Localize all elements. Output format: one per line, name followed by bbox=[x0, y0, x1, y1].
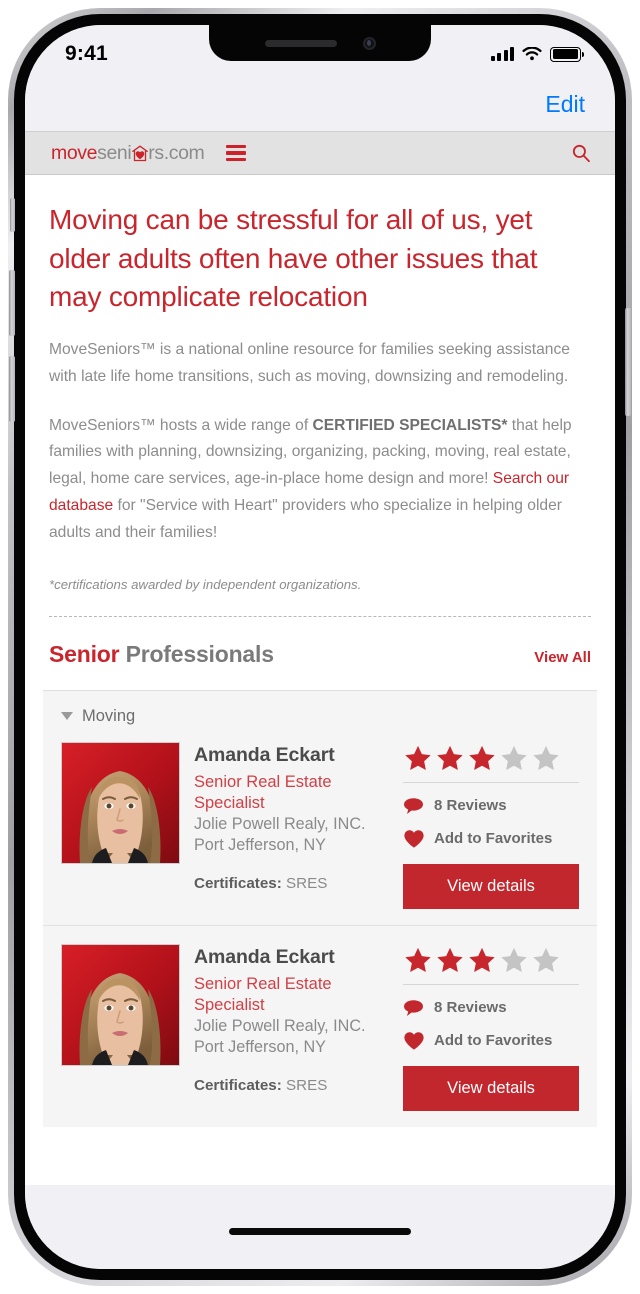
site-logo[interactable]: move seni rs.com bbox=[51, 141, 205, 165]
star-icon-filled bbox=[437, 947, 463, 972]
notch bbox=[209, 25, 431, 61]
star-icon-filled bbox=[469, 947, 495, 972]
professional-actions: 8 Reviews Add to Favorites View details bbox=[403, 742, 579, 909]
star-icon-empty bbox=[501, 947, 527, 972]
star-icon-filled bbox=[405, 947, 431, 972]
star-icon-empty bbox=[533, 947, 559, 972]
section-title: Senior Professionals bbox=[49, 641, 274, 668]
professionals-list: Moving Amanda Eckart Senior Real Estate … bbox=[43, 689, 597, 1127]
certificates-value: SRES bbox=[286, 874, 328, 892]
volume-up-button[interactable] bbox=[9, 270, 15, 336]
group-header-moving[interactable]: Moving bbox=[43, 691, 597, 738]
bottom-safe-area bbox=[25, 1185, 615, 1269]
paragraph2-before-bold: MoveSeniors™ hosts a wide range of bbox=[49, 416, 313, 434]
phone-device-frame: 9:41 Edit move seni rs.com Moving can be… bbox=[8, 8, 632, 1286]
professional-actions: 8 Reviews Add to Favorites View details bbox=[403, 944, 579, 1111]
section-header: Senior Professionals View All bbox=[25, 617, 615, 668]
professional-location: Port Jefferson, NY bbox=[194, 835, 326, 854]
status-icons bbox=[490, 46, 584, 62]
professional-role: Senior Real Estate Specialist bbox=[194, 974, 332, 1014]
caret-down-icon bbox=[61, 712, 73, 721]
table-row: Amanda Eckart Senior Real Estate Special… bbox=[43, 738, 597, 925]
page-headline: Moving can be stressful for all of us, y… bbox=[49, 204, 538, 313]
hamburger-menu-icon[interactable] bbox=[226, 145, 247, 161]
phone-screen: 9:41 Edit move seni rs.com Moving can be… bbox=[25, 25, 615, 1269]
avatar[interactable] bbox=[61, 741, 180, 864]
heart-icon bbox=[403, 829, 425, 849]
battery-icon bbox=[550, 46, 584, 62]
professional-role: Senior Real Estate Specialist bbox=[194, 772, 332, 812]
professional-company: Jolie Powell Realy, INC. bbox=[194, 814, 366, 833]
certificates-value: SRES bbox=[286, 1076, 328, 1094]
star-icon-filled bbox=[437, 745, 463, 770]
page-content: Moving can be stressful for all of us, y… bbox=[25, 175, 615, 1185]
certificates-label: Certificates: bbox=[194, 1076, 282, 1094]
star-icon-empty bbox=[501, 745, 527, 770]
star-icon-empty bbox=[533, 745, 559, 770]
home-indicator[interactable] bbox=[229, 1228, 411, 1235]
certified-specialists-emphasis: CERTIFIED SPECIALISTS* bbox=[312, 416, 508, 434]
rating-divider bbox=[403, 983, 579, 985]
professional-info: Amanda Eckart Senior Real Estate Special… bbox=[194, 742, 389, 909]
view-all-link[interactable]: View All bbox=[534, 649, 591, 666]
power-button[interactable] bbox=[625, 308, 631, 416]
add-to-favorites-row[interactable]: Add to Favorites bbox=[403, 1031, 579, 1051]
heart-house-icon bbox=[131, 144, 148, 162]
add-to-favorites-row[interactable]: Add to Favorites bbox=[403, 829, 579, 849]
intro-paragraph-1: MoveSeniors™ is a national online resour… bbox=[49, 340, 570, 385]
reviews-label: 8 Reviews bbox=[434, 999, 507, 1017]
professional-info: Amanda Eckart Senior Real Estate Special… bbox=[194, 944, 389, 1111]
view-details-button[interactable]: View details bbox=[403, 863, 579, 909]
star-icon-filled bbox=[469, 745, 495, 770]
ios-navigation-bar: Edit bbox=[25, 77, 615, 131]
rating-divider bbox=[403, 781, 579, 783]
rating-stars[interactable] bbox=[403, 946, 579, 975]
section-title-red: Senior bbox=[49, 640, 120, 667]
paragraph2-after-link: for "Service with Heart" providers who s… bbox=[49, 496, 562, 541]
professional-name: Amanda Eckart bbox=[194, 945, 335, 968]
professional-name: Amanda Eckart bbox=[194, 743, 335, 766]
reviews-label: 8 Reviews bbox=[434, 797, 507, 815]
favorites-label: Add to Favorites bbox=[434, 830, 553, 848]
reviews-row[interactable]: 8 Reviews bbox=[403, 998, 579, 1018]
professional-certificates: Certificates: SRES bbox=[194, 1077, 389, 1094]
rating-stars[interactable] bbox=[403, 744, 579, 773]
search-icon[interactable] bbox=[571, 143, 591, 163]
volume-down-button[interactable] bbox=[9, 356, 15, 422]
speech-bubble-icon bbox=[403, 796, 425, 816]
intro-paragraph-2: MoveSeniors™ hosts a wide range of CERTI… bbox=[25, 391, 615, 547]
professional-location: Port Jefferson, NY bbox=[194, 1037, 326, 1056]
group-label: Moving bbox=[82, 706, 136, 725]
logo-text-seni: seni bbox=[97, 141, 132, 164]
front-camera-icon bbox=[362, 36, 376, 50]
section-title-gray: Professionals bbox=[119, 640, 274, 667]
cellular-signal-icon bbox=[490, 47, 514, 61]
status-time: 9:41 bbox=[65, 42, 108, 65]
silent-switch[interactable] bbox=[10, 198, 15, 232]
avatar[interactable] bbox=[61, 943, 180, 1066]
speech-bubble-icon bbox=[403, 998, 425, 1018]
favorites-label: Add to Favorites bbox=[434, 1032, 553, 1050]
earpiece-speaker-icon bbox=[264, 39, 337, 47]
logo-text-rs-com: rs.com bbox=[148, 141, 205, 164]
professional-company: Jolie Powell Realy, INC. bbox=[194, 1016, 366, 1035]
edit-button[interactable]: Edit bbox=[545, 91, 585, 118]
phone-bezel: 9:41 Edit move seni rs.com Moving can be… bbox=[14, 14, 626, 1280]
view-details-button[interactable]: View details bbox=[403, 1065, 579, 1111]
professional-certificates: Certificates: SRES bbox=[194, 875, 389, 892]
reviews-row[interactable]: 8 Reviews bbox=[403, 796, 579, 816]
star-icon-filled bbox=[405, 745, 431, 770]
heart-icon bbox=[403, 1031, 425, 1051]
logo-text-move: move bbox=[51, 141, 98, 164]
table-row: Amanda Eckart Senior Real Estate Special… bbox=[43, 924, 597, 1127]
certificates-label: Certificates: bbox=[194, 874, 282, 892]
certification-footnote: *certifications awarded by independent o… bbox=[49, 576, 362, 592]
site-header: move seni rs.com bbox=[25, 131, 615, 175]
wifi-icon bbox=[522, 46, 542, 60]
